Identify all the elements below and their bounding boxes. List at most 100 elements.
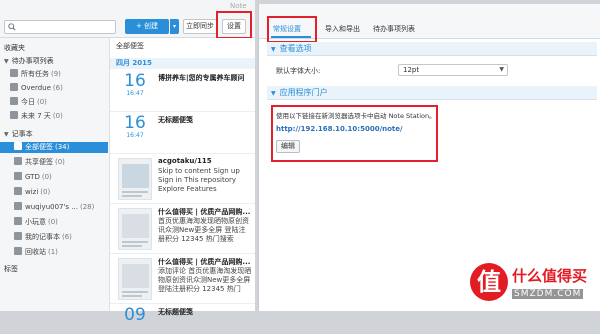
tab-import-export[interactable]: 导入和导出 — [325, 24, 360, 34]
sidebar-item-label: 共享便签 — [25, 158, 53, 166]
sidebar-item-all-notes[interactable]: 全部便签 (34) — [0, 142, 108, 153]
toolbar: Note + 创建 ▾ 立即同步 设置 — [0, 0, 255, 39]
note-date: 16 16:47 — [120, 72, 150, 98]
sidebar-item-wizi[interactable]: wizi (0) — [14, 187, 108, 198]
notebook-icon — [14, 187, 22, 195]
sidebar-item-count: (34) — [55, 143, 70, 151]
sidebar-item-all-tasks[interactable]: 所有任务 (9) — [10, 69, 108, 80]
note-time: 16:47 — [126, 90, 144, 97]
sidebar-item-count: (0) — [37, 98, 47, 106]
note-list-header: 全部便签 — [116, 42, 144, 50]
font-size-label: 默认字体大小: — [276, 67, 321, 75]
note-row[interactable]: 16 16:47 博拼养车|您的专属养车顾问 — [110, 70, 255, 112]
notebook-icon — [14, 172, 22, 180]
tags-header[interactable]: 标签 — [4, 264, 18, 274]
search-input[interactable] — [18, 21, 114, 33]
watermark-domain: SMZDM.COM — [512, 289, 584, 299]
chevron-down-icon: ▼ — [499, 66, 504, 73]
notebook-header[interactable]: ▼ 记事本 — [4, 129, 33, 139]
watermark-logo: 值 — [470, 263, 508, 301]
sidebar-item-count: (28) — [79, 203, 95, 211]
view-options-title: 查看选项 — [279, 44, 312, 53]
sidebar-item-my-notebook[interactable]: 我的记事本 (6) — [14, 232, 108, 243]
sidebar-item-gadgets[interactable]: 小玩意 (0) — [14, 217, 108, 228]
note-title: 无标题便笺 — [158, 116, 193, 124]
overdue-icon — [10, 83, 18, 91]
create-button-label: + 创建 — [135, 22, 159, 30]
favorites-header[interactable]: 收藏夹 — [4, 43, 25, 53]
sync-now-button[interactable]: 立即同步 — [183, 19, 217, 34]
general-tab-highlight-box — [267, 16, 317, 43]
sidebar-item-label: 所有任务 — [21, 70, 49, 78]
sidebar-item-count: (0) — [55, 158, 65, 166]
search-box[interactable] — [4, 20, 116, 34]
search-icon — [8, 23, 16, 31]
sidebar: 收藏夹 ▼ 待办事项列表 所有任务 (9) Overdue (6) 今日 (0) 未来 … — [0, 38, 110, 311]
sidebar-item-label: wuqiyu007's ... — [25, 203, 78, 211]
note-title: 博拼养车|您的专属养车顾问 — [158, 74, 245, 82]
note-row[interactable]: 什么值得买 | 优质产品网购... 添加评论 首页优惠海淘发现晒物原创资讯众测N… — [110, 254, 255, 304]
sidebar-item-label: wizi — [25, 188, 39, 196]
sidebar-item-wuqiyu[interactable]: wuqiyu007's ... (28) — [14, 202, 108, 213]
font-size-select[interactable]: 12pt ▼ — [398, 64, 508, 76]
app-portal-title: 应用程序门户 — [279, 88, 328, 97]
sidebar-item-shared-notes[interactable]: 共享便签 (0) — [14, 157, 108, 168]
chevron-down-icon: ▾ — [172, 23, 176, 30]
create-button[interactable]: + 创建 — [125, 19, 169, 34]
month-header: 四月 2015 — [110, 58, 255, 69]
note-list: 全部便签 四月 2015 16 16:47 博拼养车|您的专属养车顾问 16 16:… — [110, 38, 255, 324]
sidebar-item-count: (0) — [40, 188, 51, 196]
notes-icon — [14, 142, 22, 150]
notebook-icon — [14, 202, 22, 210]
note-day: 09 — [124, 305, 146, 325]
note-time: 16:47 — [126, 132, 144, 139]
tab-todo-list[interactable]: 待办事项列表 — [373, 24, 415, 34]
create-dropdown-button[interactable]: ▾ — [170, 19, 179, 34]
note-title: 什么值得买 | 优质产品网购... — [158, 258, 251, 266]
notebook-icon — [14, 232, 22, 240]
settings-highlight-box — [216, 11, 252, 39]
sidebar-item-overdue[interactable]: Overdue (6) — [10, 83, 108, 94]
sidebar-item-next-7-days[interactable]: 未来 7 天 (0) — [10, 111, 108, 122]
note-row[interactable]: 09 无标题便笺 — [110, 304, 255, 334]
note-thumbnail — [118, 208, 152, 250]
sidebar-item-label: 未来 7 天 — [21, 112, 51, 120]
trash-icon — [14, 247, 22, 255]
sidebar-item-label: GTD — [25, 173, 40, 181]
sidebar-item-today[interactable]: 今日 (0) — [10, 97, 108, 108]
todo-header[interactable]: ▼ 待办事项列表 — [4, 56, 54, 66]
sidebar-item-label: 小玩意 — [25, 218, 46, 226]
note-station-app: Note + 创建 ▾ 立即同步 设置 收藏夹 ▼ 待办事项列表 所有任务 (9) … — [0, 0, 255, 324]
caret-down-icon: ▼ — [4, 131, 9, 138]
sidebar-item-count: (6) — [62, 233, 72, 241]
sidebar-item-label: Overdue — [21, 84, 51, 92]
note-title: 无标题便笺 — [158, 308, 193, 316]
sidebar-item-count: (9) — [51, 70, 61, 78]
watermark-text: 什么值得买 — [512, 267, 588, 285]
calendar-icon — [10, 97, 18, 105]
app-portal-section[interactable]: ▼ 应用程序门户 — [267, 86, 597, 100]
notebook-header-label: 记事本 — [11, 130, 33, 138]
note-row[interactable]: acgotaku/115 Skip to content Sign up Sig… — [110, 154, 255, 204]
caret-down-icon: ▼ — [4, 58, 9, 65]
sidebar-item-label: 我的记事本 — [25, 233, 60, 241]
chevron-down-icon: ▼ — [271, 46, 276, 53]
todo-header-label: 待办事项列表 — [11, 57, 54, 65]
view-options-section[interactable]: ▼ 查看选项 — [267, 42, 597, 56]
note-row[interactable]: 16 16:47 无标题便笺 — [110, 112, 255, 154]
tasks-icon — [10, 69, 18, 77]
notebook-icon — [14, 217, 22, 225]
shared-icon — [14, 157, 22, 165]
note-snippet: Skip to content Sign up Sign in This rep… — [158, 167, 240, 193]
sidebar-item-trash[interactable]: 回收站 (1) — [14, 247, 108, 258]
sidebar-item-count: (0) — [52, 112, 63, 120]
note-snippet: 添加评论 首页优惠海淘发现晒物原创资讯众测New更多全屏 登陆注册积分 1234… — [158, 267, 252, 293]
sidebar-item-label: 全部便签 — [25, 143, 53, 151]
sidebar-item-count: (1) — [48, 248, 58, 256]
sidebar-item-count: (0) — [48, 218, 58, 226]
note-date: 09 — [120, 306, 150, 324]
sidebar-item-gtd[interactable]: GTD (0) — [14, 172, 108, 183]
note-row[interactable]: 什么值得买 | 优质产品网购... 首页优惠海淘发现晒物原创资讯众测New更多全… — [110, 204, 255, 254]
sidebar-item-label: 回收站 — [25, 248, 46, 256]
window-title: Note — [230, 2, 247, 10]
